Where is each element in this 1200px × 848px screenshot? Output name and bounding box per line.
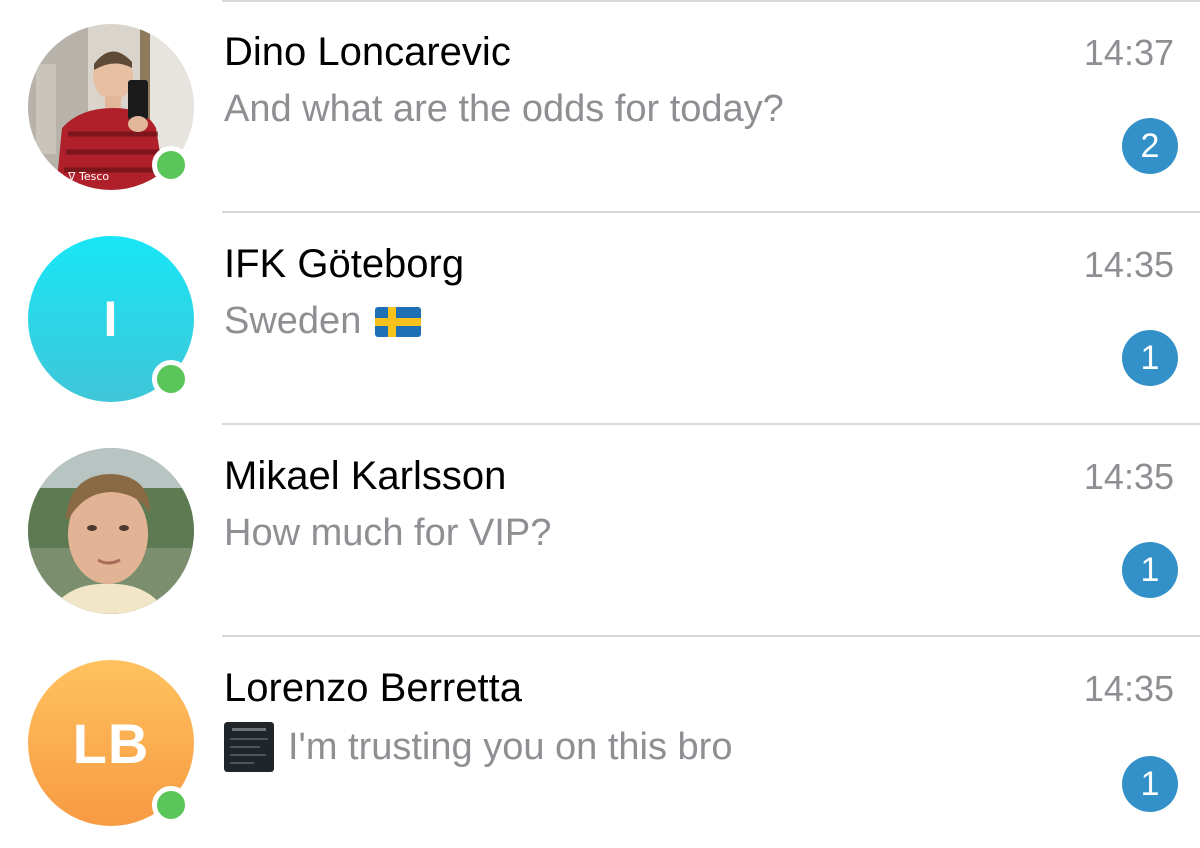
online-status-indicator <box>152 146 190 184</box>
chat-row-lorenzo-berretta[interactable]: LB Lorenzo Berretta I'm trusting you on … <box>0 636 1200 848</box>
flag-sweden-icon <box>375 306 422 337</box>
online-status-indicator <box>152 786 190 824</box>
unread-count-badge: 1 <box>1122 330 1178 386</box>
chat-row-dino-loncarevic[interactable]: ᐁ Tesco Dino Loncarevic And what are the… <box>0 0 1200 212</box>
chat-name: Lorenzo Berretta <box>224 666 522 710</box>
avatar-photo <box>28 448 194 614</box>
chat-preview-text: I'm trusting you on this bro <box>288 725 733 768</box>
svg-text:ᐁ Tesco: ᐁ Tesco <box>68 170 109 183</box>
avatar-photo-image <box>28 448 194 614</box>
chat-list: ᐁ Tesco Dino Loncarevic And what are the… <box>0 0 1200 839</box>
chat-preview: How much for VIP? <box>224 512 551 555</box>
chat-row-ifk-goteborg[interactable]: I IFK Göteborg Sweden 14:35 1 <box>0 212 1200 424</box>
chat-preview-text: And what are the odds for today? <box>224 88 784 130</box>
unread-count-badge: 1 <box>1122 542 1178 598</box>
chat-name: Dino Loncarevic <box>224 30 511 74</box>
chat-time: 14:35 <box>1083 668 1174 709</box>
chat-preview: And what are the odds for today? <box>224 88 784 131</box>
chat-name: Mikael Karlsson <box>224 454 507 498</box>
chat-time: 14:35 <box>1083 456 1174 497</box>
chat-preview: Sweden <box>224 300 422 343</box>
chat-name: IFK Göteborg <box>224 242 465 286</box>
chat-time: 14:35 <box>1083 244 1174 285</box>
chat-preview-text: Sweden <box>224 300 362 342</box>
online-status-indicator <box>152 360 190 398</box>
chat-time: 14:37 <box>1083 32 1174 73</box>
unread-count-badge: 1 <box>1122 756 1178 812</box>
chat-row-mikael-karlsson[interactable]: Mikael Karlsson How much for VIP? 14:35 … <box>0 424 1200 636</box>
unread-count-badge: 2 <box>1122 118 1178 174</box>
chat-preview-text: How much for VIP? <box>224 512 552 554</box>
image-thumbnail-icon <box>224 722 274 772</box>
chat-preview: I'm trusting you on this bro <box>224 722 732 772</box>
